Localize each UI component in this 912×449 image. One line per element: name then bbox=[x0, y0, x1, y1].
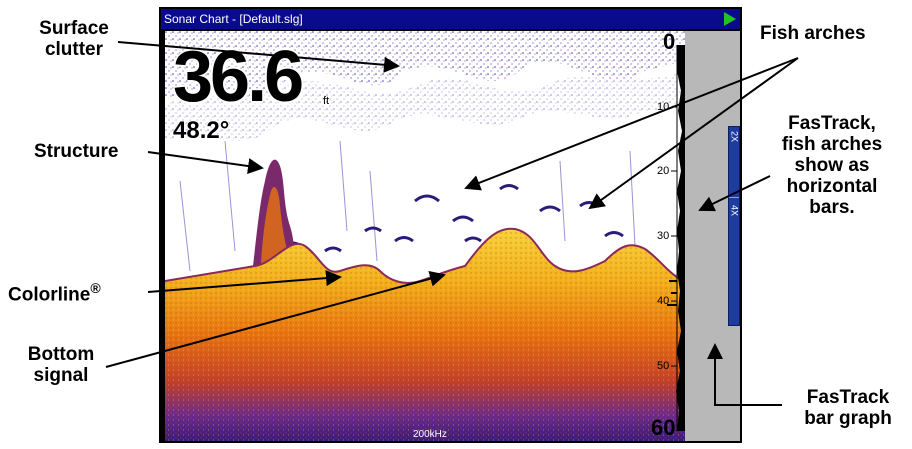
callout-fastrack-line3: show as bbox=[794, 155, 870, 176]
callout-bottom-signal-line2: signal bbox=[33, 365, 89, 386]
callout-fastrack-line1: FasTrack, bbox=[788, 113, 876, 134]
window-title: Sonar Chart - [Default.slg] bbox=[164, 12, 303, 26]
play-icon[interactable] bbox=[724, 12, 736, 26]
depth-unit: ft bbox=[323, 95, 330, 107]
zoom-level-2x[interactable]: 2X bbox=[729, 131, 740, 143]
sonar-display[interactable]: 36.6 ft 48.2° 200kHz 0 10 20 30 40 50 60 bbox=[165, 31, 685, 441]
depth-scale-tick-20: 20 bbox=[657, 165, 670, 177]
zoom-level-4x[interactable]: 4X bbox=[729, 205, 740, 217]
callout-fastrack-line2: fish arches bbox=[781, 134, 883, 155]
callout-fastrack-line5: bars. bbox=[809, 197, 855, 218]
callout-bottom-signal: Bottom signal bbox=[16, 344, 106, 386]
sonar-chart-window: Sonar Chart - [Default.slg] 36.6 ft 48.2… bbox=[159, 7, 742, 443]
zoom-sidebar: 2X 4X bbox=[685, 31, 740, 441]
callout-surface-clutter: Surface clutter bbox=[28, 18, 120, 60]
callout-fastrack-bar-graph-line1: FasTrack bbox=[806, 387, 890, 408]
callout-colorline: Colorline® bbox=[8, 278, 101, 305]
callout-fastrack-bar-graph: FasTrack bar graph bbox=[790, 387, 906, 429]
callout-colorline-label: Colorline bbox=[8, 284, 91, 306]
depth-scale-tick-50: 50 bbox=[657, 360, 670, 372]
zoom-level-2x-label: 2X bbox=[729, 131, 740, 143]
fish-arches bbox=[284, 184, 624, 253]
temperature-readout: 48.2° bbox=[173, 117, 230, 144]
depth-scale-tick-10: 10 bbox=[657, 101, 670, 113]
frequency-label: 200kHz bbox=[413, 429, 447, 440]
depth-scale-bottom: 60 bbox=[651, 415, 676, 440]
depth-readout: 36.6 bbox=[173, 37, 304, 117]
callout-fish-arches-label: Fish arches bbox=[760, 23, 866, 44]
callout-fastrack-line4: horizontal bbox=[786, 176, 878, 197]
callout-surface-clutter-line1: Surface bbox=[39, 18, 109, 39]
callout-bottom-signal-line1: Bottom bbox=[27, 344, 95, 365]
zoom-divider bbox=[729, 197, 739, 198]
callout-structure: Structure bbox=[34, 141, 118, 162]
callout-fastrack-bar-graph-line2: bar graph bbox=[804, 408, 892, 429]
sonar-streaks bbox=[179, 140, 636, 272]
callout-structure-label: Structure bbox=[34, 141, 119, 162]
title-bar[interactable]: Sonar Chart - [Default.slg] bbox=[161, 9, 740, 29]
callout-fastrack: FasTrack, fish arches show as horizontal… bbox=[762, 113, 902, 218]
depth-scale-tick-40: 40 bbox=[657, 295, 670, 307]
depth-scale-tick-30: 30 bbox=[657, 230, 670, 242]
callout-fish-arches: Fish arches bbox=[760, 23, 866, 44]
callout-colorline-mark: ® bbox=[90, 280, 101, 296]
zoom-level-4x-label: 4X bbox=[729, 205, 740, 217]
depth-scale-top: 0 bbox=[663, 31, 676, 54]
zoom-bar[interactable]: 2X 4X bbox=[728, 126, 740, 326]
callout-surface-clutter-line2: clutter bbox=[44, 39, 104, 60]
